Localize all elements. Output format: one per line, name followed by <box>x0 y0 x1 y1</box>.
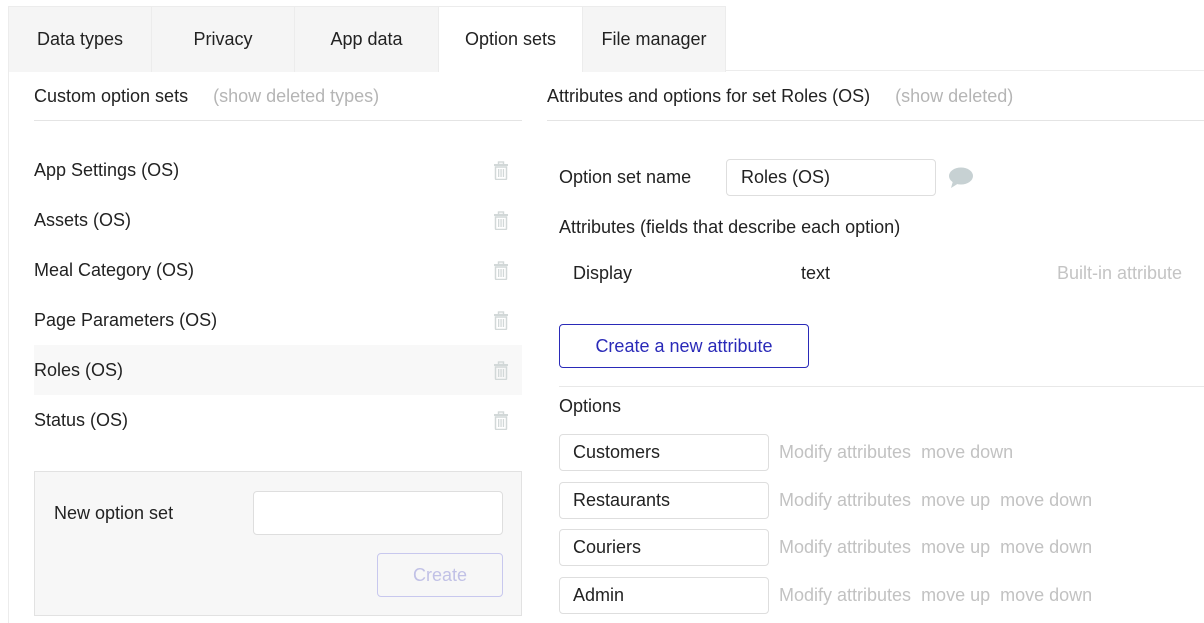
tab-bar: Data types Privacy App data Option sets … <box>8 6 726 72</box>
option-set-item[interactable]: Page Parameters (OS) <box>34 295 522 345</box>
move-down-link[interactable]: move down <box>1000 529 1092 566</box>
option-set-name-input[interactable] <box>726 159 936 196</box>
move-up-link[interactable]: move up <box>921 529 990 566</box>
data-editor: Data types Privacy App data Option sets … <box>0 0 1204 623</box>
move-down-link[interactable]: move down <box>921 434 1013 471</box>
option-input[interactable] <box>559 481 769 519</box>
attributes-heading: Attributes (fields that describe each op… <box>559 217 901 237</box>
option-set-name: Page Parameters (OS) <box>34 309 218 330</box>
show-deleted-types-link[interactable]: (show deleted types) <box>213 86 379 107</box>
option-set-item[interactable]: App Settings (OS) <box>34 145 522 195</box>
modify-attributes-link[interactable]: Modify attributes <box>779 577 911 614</box>
tab-label: Data types <box>36 29 124 49</box>
tab-label: App data <box>330 29 403 49</box>
attribute-name: Display <box>573 263 633 283</box>
modify-attributes-link[interactable]: Modify attributes <box>779 434 911 471</box>
option-set-name: Assets (OS) <box>34 209 132 230</box>
new-option-set-label: New option set <box>54 503 174 523</box>
option-set-item[interactable]: Assets (OS) <box>34 195 522 245</box>
create-button[interactable]: Create <box>377 553 503 597</box>
trash-icon[interactable] <box>492 210 510 230</box>
trash-icon[interactable] <box>492 410 510 430</box>
trash-icon[interactable] <box>492 310 510 330</box>
option-set-list: App Settings (OS) Assets (OS) Meal Categ… <box>34 145 522 445</box>
speech-bubble-icon[interactable] <box>948 166 974 190</box>
move-down-link[interactable]: move down <box>1000 482 1092 519</box>
option-set-name: Status (OS) <box>34 409 129 430</box>
section-divider <box>559 386 1204 387</box>
attribute-row: Display text Built-in attribute <box>559 263 1204 289</box>
panel-border <box>8 71 9 623</box>
option-row: Modify attributes move up move down <box>559 529 1204 577</box>
option-sets-header: Custom option sets (show deleted types) <box>34 86 522 121</box>
option-sets-title: Custom option sets <box>34 86 189 106</box>
option-row: Modify attributes move up move down <box>559 481 1204 530</box>
show-deleted-link[interactable]: (show deleted) <box>895 86 1013 107</box>
option-input[interactable] <box>559 576 769 614</box>
tab-divider <box>726 70 1204 71</box>
tab-label: Privacy <box>193 29 253 49</box>
move-down-link[interactable]: move down <box>1000 577 1092 614</box>
tab-label: Option sets <box>464 29 557 49</box>
modify-attributes-link[interactable]: Modify attributes <box>779 482 911 519</box>
trash-icon[interactable] <box>492 360 510 380</box>
attributes-header: Attributes and options for set Roles (OS… <box>547 86 1204 121</box>
trash-icon[interactable] <box>492 260 510 280</box>
modify-attributes-link[interactable]: Modify attributes <box>779 529 911 566</box>
create-attribute-button[interactable]: Create a new attribute <box>559 324 809 368</box>
option-set-item[interactable]: Status (OS) <box>34 395 522 445</box>
tab-option-sets[interactable]: Option sets <box>439 7 583 72</box>
option-set-name-label: Option set name <box>559 167 692 187</box>
tab-privacy[interactable]: Privacy <box>152 7 295 72</box>
option-set-name: Meal Category (OS) <box>34 259 195 280</box>
option-set-name: Roles (OS) <box>34 359 124 380</box>
tab-label: File manager <box>601 29 707 49</box>
option-set-item[interactable]: Meal Category (OS) <box>34 245 522 295</box>
options-heading: Options <box>559 396 622 416</box>
tab-app-data[interactable]: App data <box>295 7 439 72</box>
option-input[interactable] <box>559 434 769 471</box>
move-up-link[interactable]: move up <box>921 482 990 519</box>
option-input[interactable] <box>559 529 769 566</box>
tab-file-manager[interactable]: File manager <box>583 7 726 72</box>
option-row: Modify attributes move down <box>559 434 1204 482</box>
option-row: Modify attributes move up move down <box>559 576 1204 623</box>
attributes-panel-title: Attributes and options for set Roles (OS… <box>547 86 871 106</box>
new-option-set-input[interactable] <box>253 491 503 535</box>
attribute-type: text <box>801 263 831 283</box>
trash-icon[interactable] <box>492 160 510 180</box>
move-up-link[interactable]: move up <box>921 577 990 614</box>
new-option-set-form: New option set Create <box>34 471 522 616</box>
attribute-note: Built-in attribute <box>1057 263 1183 283</box>
options-list: Modify attributes move down Modify attri… <box>559 434 1204 623</box>
option-set-item-selected[interactable]: Roles (OS) <box>34 345 522 395</box>
option-set-name: App Settings (OS) <box>34 159 180 180</box>
tab-data-types[interactable]: Data types <box>8 7 152 72</box>
